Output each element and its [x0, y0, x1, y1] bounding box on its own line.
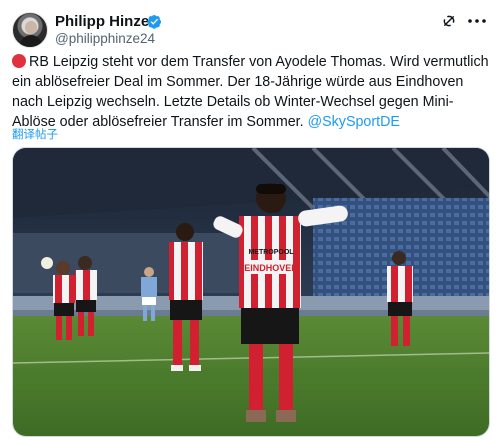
floodlight	[41, 257, 53, 269]
more-dots-icon[interactable]	[466, 14, 488, 28]
football-photo: EINDHOVEN METROPOOL	[13, 148, 489, 436]
tweet-text: RB Leipzig steht vor dem Transfer von Ay…	[12, 52, 490, 132]
translate-post-link[interactable]: 翻译帖子	[12, 126, 58, 142]
avatar-head	[25, 21, 37, 34]
verified-badge-icon	[147, 14, 162, 29]
shirt-brand-text: METROPOOL	[248, 249, 294, 256]
avatar-body	[20, 35, 42, 47]
author-display-name[interactable]: Philipp Hinze	[55, 13, 149, 30]
red-circle-icon	[12, 54, 26, 68]
author-avatar[interactable]	[12, 12, 48, 48]
mention-link[interactable]: @SkySportDE	[308, 114, 400, 130]
grok-icon[interactable]	[441, 13, 457, 29]
tweet-body: RB Leipzig steht vor dem Transfer von Ay…	[12, 54, 489, 130]
tweet-card[interactable]: Philipp Hinze @philipphinze24 RB Leipzig…	[0, 0, 500, 440]
shirt-sponsor-text: EINDHOVEN	[244, 263, 298, 273]
tweet-photo[interactable]: EINDHOVEN METROPOOL	[12, 147, 490, 437]
author-handle[interactable]: @philipphinze24	[55, 31, 155, 46]
